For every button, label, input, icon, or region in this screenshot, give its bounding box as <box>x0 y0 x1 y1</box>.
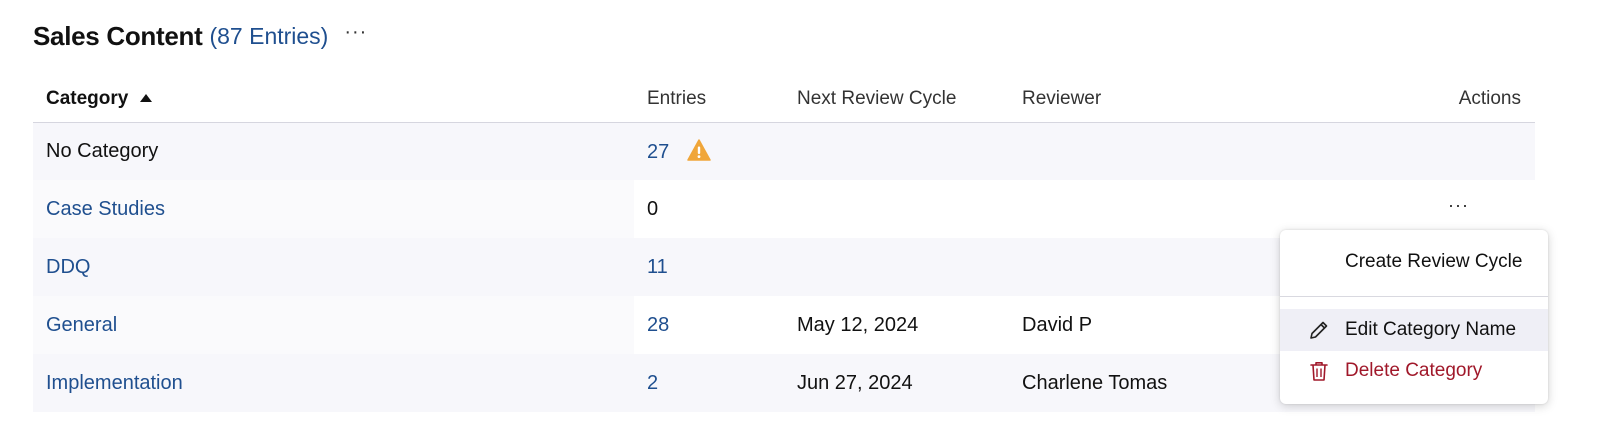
trash-icon <box>1310 362 1328 381</box>
category-name: No Category <box>46 139 159 162</box>
entries-link[interactable]: 11 <box>647 256 668 278</box>
entries-cell: 2 <box>634 354 784 412</box>
next-review-cell <box>784 238 1009 296</box>
row-more-button[interactable]: ··· <box>1448 195 1469 215</box>
reviewer-cell <box>1009 122 1394 180</box>
entries-cell: 27 <box>634 122 784 180</box>
entries-link[interactable]: 28 <box>647 314 669 336</box>
page-header: Sales Content (87 Entries) ··· <box>33 18 367 54</box>
column-header-category-label: Category <box>46 87 129 109</box>
next-review-cell: May 12, 2024 <box>784 296 1009 354</box>
page-more-button[interactable]: ··· <box>344 22 367 42</box>
edit-category-name-label: Edit Category Name <box>1345 319 1517 340</box>
actions-cell <box>1394 122 1535 180</box>
entries-link[interactable]: 2 <box>647 372 658 394</box>
table-header-row: Category Entries Next Review Cycle Revie… <box>33 76 1535 123</box>
next-review-cell: Jun 27, 2024 <box>784 354 1009 412</box>
entries-cell: 28 <box>634 296 784 354</box>
category-cell: Case Studies <box>33 180 634 238</box>
column-header-next-review[interactable]: Next Review Cycle <box>784 76 1009 123</box>
entries-value: 0 <box>647 197 659 220</box>
next-review-cell <box>784 122 1009 180</box>
category-link[interactable]: Case Studies <box>46 198 165 220</box>
delete-category-label: Delete Category <box>1345 360 1483 381</box>
row-actions-menu: Create Review Cycle Edit Category Name D… <box>1280 230 1548 404</box>
column-header-category[interactable]: Category <box>33 76 634 123</box>
column-header-reviewer[interactable]: Reviewer <box>1009 76 1394 123</box>
sort-ascending-icon[interactable] <box>140 93 153 102</box>
category-link[interactable]: DDQ <box>46 256 90 278</box>
category-cell: No Category <box>33 122 634 180</box>
category-cell: Implementation <box>33 354 634 412</box>
column-header-actions: Actions <box>1394 76 1535 123</box>
create-review-cycle-label: Create Review Cycle <box>1345 251 1523 272</box>
delete-category-menu-item[interactable]: Delete Category <box>1280 351 1548 391</box>
category-link[interactable]: Implementation <box>46 372 183 394</box>
category-cell: General <box>33 296 634 354</box>
next-review-cell <box>784 180 1009 238</box>
table-row: No Category 27 <box>33 122 1535 180</box>
category-link[interactable]: General <box>46 314 117 336</box>
entries-cell: 0 <box>634 180 784 238</box>
pencil-icon <box>1310 321 1328 339</box>
column-header-entries[interactable]: Entries <box>634 76 784 123</box>
warning-icon <box>687 139 711 161</box>
edit-category-name-menu-item[interactable]: Edit Category Name <box>1280 309 1548 351</box>
category-cell: DDQ <box>33 238 634 296</box>
entries-cell: 11 <box>634 238 784 296</box>
entries-count: (87 Entries) <box>209 22 329 49</box>
menu-divider <box>1280 296 1548 297</box>
entries-link[interactable]: 27 <box>647 141 669 163</box>
create-review-cycle-menu-item[interactable]: Create Review Cycle <box>1280 242 1548 282</box>
page-title: Sales Content <box>33 20 203 51</box>
